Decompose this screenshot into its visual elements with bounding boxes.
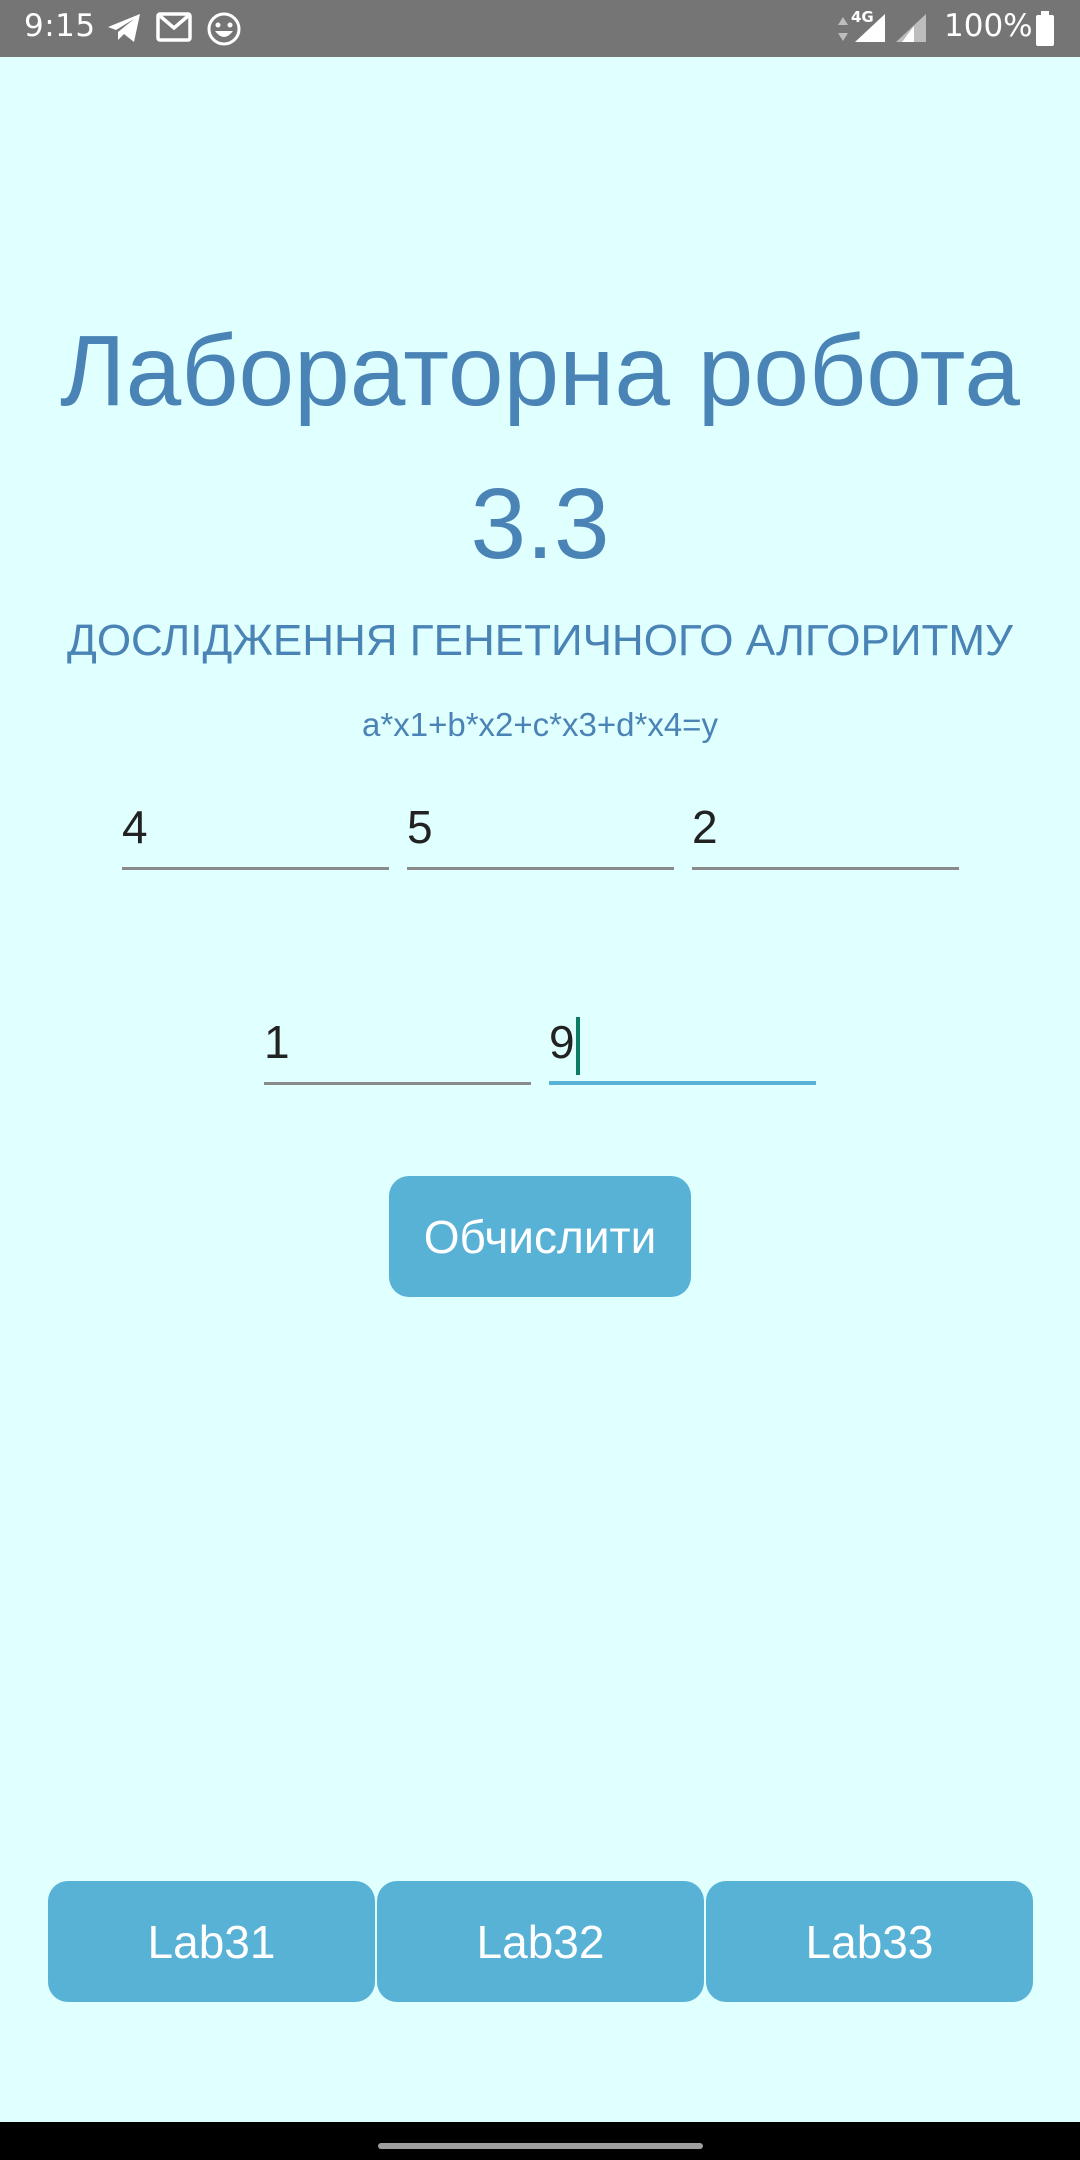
- input-y[interactable]: 9: [549, 1013, 816, 1085]
- title-line-1: Лабораторна робота: [60, 315, 1020, 427]
- input-b[interactable]: 5: [407, 798, 674, 870]
- home-indicator[interactable]: [378, 2143, 703, 2149]
- input-d[interactable]: 1: [264, 1013, 531, 1085]
- data-arrows-icon: [836, 14, 850, 48]
- status-time: 9:15: [24, 8, 96, 44]
- input-b-value: 5: [407, 801, 433, 853]
- input-y-value: 9: [549, 1016, 575, 1068]
- emoji-icon: [206, 11, 242, 51]
- lab33-button[interactable]: Lab33: [706, 1881, 1033, 2002]
- input-a[interactable]: 4: [122, 798, 389, 870]
- lab31-button[interactable]: Lab31: [48, 1881, 375, 2002]
- signal-icon: [851, 12, 887, 48]
- battery-icon: [1034, 10, 1056, 52]
- calculate-button[interactable]: Обчислити: [389, 1176, 691, 1297]
- telegram-icon: [106, 11, 142, 49]
- input-d-value: 1: [264, 1016, 290, 1068]
- text-cursor: [576, 1017, 580, 1075]
- signal-icon: [892, 12, 928, 48]
- input-c[interactable]: 2: [692, 798, 959, 870]
- system-nav-bar: [0, 2122, 1080, 2160]
- gmail-icon: [156, 11, 192, 47]
- page-title: Лабораторна робота 3.3: [0, 313, 1080, 583]
- input-a-value: 4: [122, 801, 148, 853]
- title-line-2: 3.3: [470, 468, 610, 580]
- lab32-button[interactable]: Lab32: [377, 1881, 704, 2002]
- status-bar: 9:15 4G 100%: [0, 0, 1080, 57]
- formula-label: a*x1+b*x2+c*x3+d*x4=y: [362, 706, 718, 743]
- page-subtitle: ДОСЛІДЖЕННЯ ГЕНЕТИЧНОГО АЛГОРИТМУ: [67, 616, 1013, 665]
- battery-percent: 100%: [944, 8, 1033, 44]
- input-c-value: 2: [692, 801, 718, 853]
